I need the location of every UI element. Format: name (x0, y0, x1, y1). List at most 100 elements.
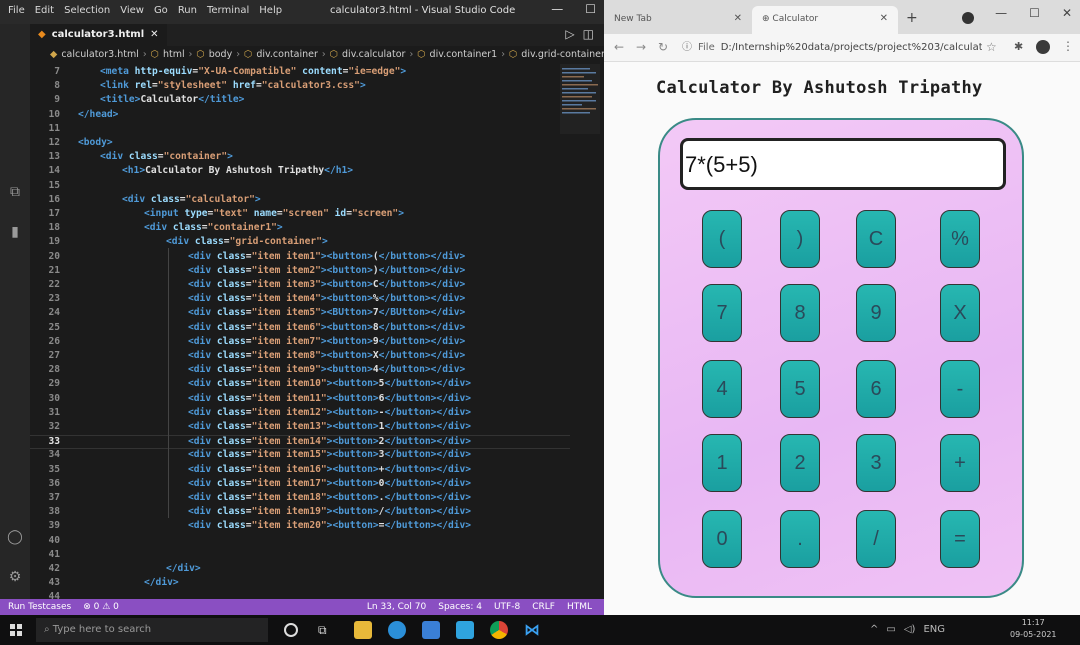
calc-key[interactable]: 7 (702, 284, 742, 342)
calc-key[interactable]: . (780, 510, 820, 568)
close-icon[interactable]: ✕ (880, 6, 888, 32)
minimap[interactable] (560, 64, 600, 134)
calc-key[interactable]: % (940, 210, 980, 268)
network-icon[interactable]: ▭ (886, 615, 895, 645)
code-line[interactable]: 8 <link rel="stylesheet" href="calculator… (30, 80, 570, 94)
cortana-icon[interactable] (284, 623, 298, 637)
chevron-up-icon[interactable]: ^ (870, 615, 878, 645)
code-line[interactable]: 10 </head> (30, 109, 570, 123)
minimize-icon[interactable]: — (551, 2, 563, 16)
line-ending[interactable]: CRLF (532, 599, 555, 615)
clock[interactable]: 11:17 09-05-2021 (1010, 617, 1057, 641)
code-line[interactable]: 33 <div class="item item14"><button>2</bu… (30, 435, 570, 450)
maximize-icon[interactable]: ☐ (585, 2, 596, 16)
minimize-icon[interactable]: — (995, 6, 1007, 20)
cursor-position[interactable]: Ln 33, Col 70 (367, 599, 426, 615)
code-line[interactable]: 22 <div class="item item3"><button>C</but… (30, 279, 570, 293)
browser-tab-calculator[interactable]: ⊕ Calculator ✕ (752, 6, 898, 34)
keyboard-language[interactable]: ENG (923, 615, 945, 645)
breadcrumb-item[interactable]: html (163, 46, 185, 64)
code-line[interactable]: 20 <div class="item item1"><button>(</but… (30, 251, 570, 265)
menu-icon[interactable]: ⋮ (1062, 39, 1074, 53)
calc-key[interactable]: C (856, 210, 896, 268)
breadcrumb-item[interactable]: div.grid-container (521, 46, 604, 64)
problems-indicator[interactable]: ⊗ 0 ⚠ 0 (83, 599, 119, 615)
code-line[interactable]: 44 (30, 591, 570, 599)
close-icon[interactable]: ✕ (150, 24, 158, 46)
code-line[interactable]: 40 (30, 535, 570, 549)
calculator-screen-input[interactable]: 7*(5+5) (680, 138, 1006, 190)
close-icon[interactable]: ✕ (1062, 6, 1072, 20)
menu-item-go[interactable]: Go (154, 5, 168, 16)
indentation[interactable]: Spaces: 4 (438, 599, 482, 615)
calc-key[interactable]: 9 (856, 284, 896, 342)
calc-key[interactable]: 2 (780, 434, 820, 492)
code-editor[interactable]: 7 <meta http-equiv="X-UA-Compatible" cont… (30, 64, 604, 599)
calc-key[interactable]: 8 (780, 284, 820, 342)
edge-icon[interactable] (388, 621, 406, 639)
run-icon[interactable]: ▷ (565, 27, 574, 41)
code-line[interactable]: 43 </div> (30, 577, 570, 591)
search-input[interactable]: ⌕ Type here to search (36, 618, 268, 642)
breadcrumb-item[interactable]: div.container (256, 46, 318, 64)
code-line[interactable]: 15 (30, 180, 570, 194)
code-line[interactable]: 7 <meta http-equiv="X-UA-Compatible" cont… (30, 66, 570, 80)
menu-item-help[interactable]: Help (259, 5, 282, 16)
code-line[interactable]: 38 <div class="item item19"><button>/</bu… (30, 506, 570, 520)
run-testcases-button[interactable]: Run Testcases (8, 599, 71, 615)
calc-key[interactable]: 4 (702, 360, 742, 418)
extensions-icon[interactable]: ▮ (7, 224, 23, 240)
calc-key[interactable]: 1 (702, 434, 742, 492)
code-line[interactable]: 41 (30, 549, 570, 563)
avatar[interactable] (1036, 40, 1050, 54)
code-line[interactable]: 27 <div class="item item8"><button>X</but… (30, 350, 570, 364)
code-line[interactable]: 37 <div class="item item18"><button>.</bu… (30, 492, 570, 506)
calc-key[interactable]: 6 (856, 360, 896, 418)
gear-icon[interactable]: ⚙ (7, 569, 23, 585)
store-icon[interactable] (456, 621, 474, 639)
back-icon[interactable]: ← (614, 40, 624, 54)
code-line[interactable]: 25 <div class="item item6"><button>8</but… (30, 322, 570, 336)
code-line[interactable]: 16 <div class="calculator"> (30, 194, 570, 208)
code-line[interactable]: 35 <div class="item item16"><button>+</bu… (30, 464, 570, 478)
code-line[interactable]: 42 </div> (30, 563, 570, 577)
extensions-icon[interactable]: ✱ (1014, 40, 1023, 53)
menu-item-view[interactable]: View (120, 5, 144, 16)
code-line[interactable]: 18 <div class="container1"> (30, 222, 570, 236)
browser-tab-new-tab[interactable]: New Tab ✕ (604, 6, 752, 34)
code-line[interactable]: 11 (30, 123, 570, 137)
editor-tab[interactable]: ◆ calculator3.html ✕ (30, 24, 167, 46)
menu-item-selection[interactable]: Selection (64, 5, 110, 16)
volume-icon[interactable]: ◁) (904, 615, 916, 645)
run-debug-icon[interactable]: ⧉ (7, 184, 23, 200)
calc-key[interactable]: ( (702, 210, 742, 268)
code-line[interactable]: 34 <div class="item item15"><button>3</bu… (30, 449, 570, 463)
breadcrumb-item[interactable]: body (209, 46, 233, 64)
account-icon[interactable]: ◯ (7, 529, 23, 545)
code-line[interactable]: 31 <div class="item item12"><button>-</bu… (30, 407, 570, 421)
task-view-icon[interactable]: ⧉ (318, 621, 336, 639)
vscode-icon[interactable]: ⋈ (524, 621, 542, 639)
calc-key[interactable]: X (940, 284, 980, 342)
code-line[interactable]: 30 <div class="item item11"><button>6</bu… (30, 393, 570, 407)
code-line[interactable]: 23 <div class="item item4"><button>%</but… (30, 293, 570, 307)
plus-icon[interactable]: + (906, 10, 918, 26)
code-line[interactable]: 17 <input type="text" name="screen" id="s… (30, 208, 570, 222)
calc-key[interactable]: + (940, 434, 980, 492)
maximize-icon[interactable]: ☐ (1029, 6, 1040, 20)
calc-key[interactable]: ) (780, 210, 820, 268)
calc-key[interactable]: 3 (856, 434, 896, 492)
calc-key[interactable]: 0 (702, 510, 742, 568)
forward-icon[interactable]: → (636, 40, 646, 54)
code-line[interactable]: 19 <div class="grid-container"> (30, 236, 570, 250)
menu-item-terminal[interactable]: Terminal (207, 5, 249, 16)
split-editor-icon[interactable]: ◫ (583, 27, 594, 41)
code-line[interactable]: 24 <div class="item item5"><BUtton>7</BUt… (30, 307, 570, 321)
close-icon[interactable]: ✕ (734, 6, 742, 32)
mail-icon[interactable] (422, 621, 440, 639)
calc-key[interactable]: - (940, 360, 980, 418)
menu-item-edit[interactable]: Edit (35, 5, 54, 16)
code-line[interactable]: 32 <div class="item item13"><button>1</bu… (30, 421, 570, 435)
calc-key[interactable]: = (940, 510, 980, 568)
code-line[interactable]: 29 <div class="item item10"><button>5</bu… (30, 378, 570, 392)
